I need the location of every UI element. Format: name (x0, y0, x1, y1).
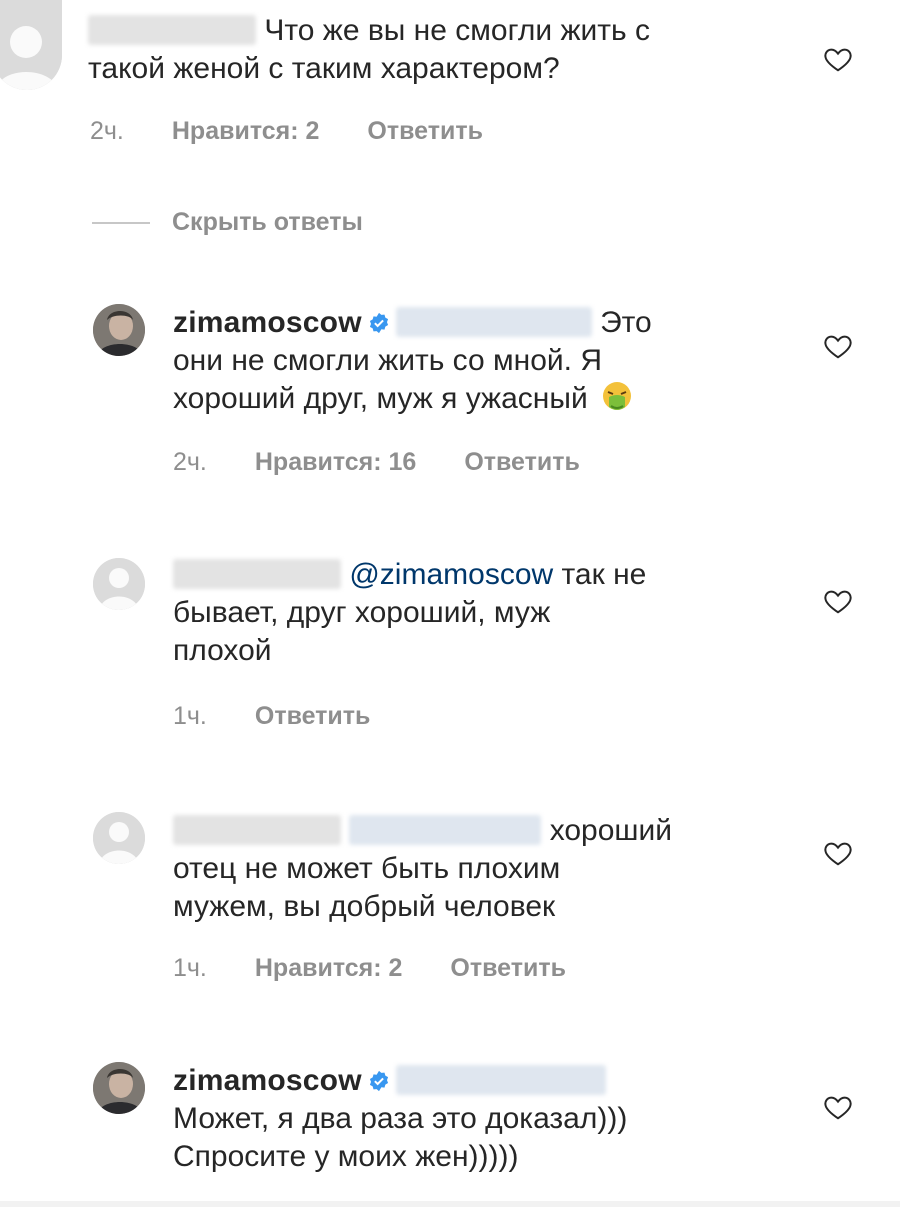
redacted-mention (395, 307, 592, 337)
comment-text: @zimamoscow так не бывает, друг хороший,… (173, 558, 647, 667)
hide-replies-label[interactable]: Скрыть ответы (172, 208, 363, 237)
nauseated-face-emoji (603, 382, 632, 410)
avatar[interactable] (93, 1062, 145, 1114)
avatar[interactable] (0, 0, 62, 90)
verified-badge-icon (369, 1070, 388, 1092)
mention-link[interactable]: @zimamoscow (349, 558, 553, 591)
username[interactable]: zimamoscow (173, 306, 362, 339)
hide-replies-toggle[interactable]: Скрыть ответы (92, 208, 363, 237)
comment-meta: 2ч. Нравится: 16 Ответить (173, 448, 580, 477)
comment-text: zimamoscow Это они не смогли жить со мно… (173, 306, 652, 415)
timestamp: 1ч. (173, 702, 207, 730)
likes-count[interactable]: Нравится: 2 (172, 117, 320, 146)
redacted-mention (349, 815, 542, 845)
heart-outline-icon[interactable] (822, 44, 854, 74)
redacted-username (88, 15, 256, 45)
avatar[interactable] (93, 558, 145, 610)
heart-outline-icon[interactable] (822, 838, 854, 868)
comment-meta: 2ч. Нравится: 2 Ответить (90, 117, 483, 146)
comments-thread: Что же вы не смогли жить с такой женой с… (0, 0, 900, 1207)
timestamp: 1ч. (173, 954, 207, 982)
likes-count[interactable]: Нравится: 2 (255, 954, 403, 983)
likes-count[interactable]: Нравится: 16 (255, 448, 416, 477)
timestamp: 2ч. (173, 448, 207, 476)
comment-text: zimamoscow Может, я два раза это доказал… (173, 1064, 628, 1173)
comment-text: хороший отец не может быть плохим мужем,… (173, 814, 672, 923)
reply-button[interactable]: Ответить (367, 117, 483, 146)
username[interactable]: zimamoscow (173, 1064, 362, 1097)
redacted-username (173, 815, 341, 845)
heart-outline-icon[interactable] (822, 331, 854, 361)
comment-text: Что же вы не смогли жить с такой женой с… (88, 14, 650, 85)
verified-badge-icon (369, 312, 388, 334)
comment-meta: 1ч. Нравится: 2 Ответить (173, 954, 566, 983)
heart-outline-icon[interactable] (822, 586, 854, 616)
avatar[interactable] (93, 304, 145, 356)
timestamp: 2ч. (90, 117, 124, 145)
comment-meta: 1ч. Ответить (173, 702, 370, 731)
reply-button[interactable]: Ответить (464, 448, 580, 477)
divider-line (92, 221, 150, 224)
reply-button[interactable]: Ответить (450, 954, 566, 983)
bottom-divider (0, 1201, 900, 1207)
heart-outline-icon[interactable] (822, 1092, 854, 1122)
avatar[interactable] (93, 812, 145, 864)
redacted-username (173, 559, 341, 589)
reply-button[interactable]: Ответить (255, 702, 371, 731)
redacted-mention (395, 1065, 606, 1095)
